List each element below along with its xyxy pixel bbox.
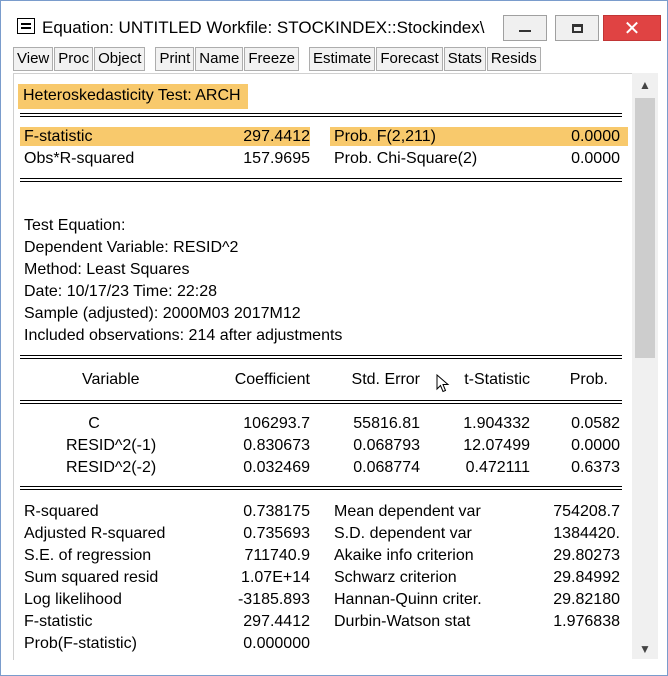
divider <box>20 486 622 490</box>
coefficient-cell: 0.830673 <box>243 437 310 454</box>
test-title: Heteroskedasticity Test: ARCH <box>18 84 248 109</box>
std-error-cell: 55816.81 <box>353 415 420 432</box>
sample: Sample (adjusted): 2000M03 2017M12 <box>24 305 301 322</box>
divider <box>20 355 622 359</box>
minimize-button[interactable] <box>503 15 547 41</box>
window-title: Equation: UNTITLED Workfile: STOCKINDEX:… <box>42 18 485 37</box>
stats-button[interactable]: Stats <box>443 47 486 71</box>
summary-label: Log likelihood <box>24 591 122 608</box>
summary-value: 0.738175 <box>243 503 310 520</box>
name-button[interactable]: Name <box>195 47 244 71</box>
coefficient-cell: 106293.7 <box>243 415 310 432</box>
estimate-button[interactable]: Estimate <box>309 47 376 71</box>
summary-label: Prob(F-statistic) <box>24 635 137 652</box>
resids-button[interactable]: Resids <box>486 47 541 71</box>
f-stat-label: F-statistic <box>24 128 93 145</box>
summary-value: 29.82180 <box>553 591 620 608</box>
forecast-button[interactable]: Forecast <box>376 47 443 71</box>
divider <box>20 178 622 182</box>
vertical-scrollbar[interactable]: ▲ ▼ <box>632 73 658 659</box>
col-header-coefficient: Coefficient <box>234 371 310 388</box>
object-button[interactable]: Object <box>94 47 146 71</box>
summary-value: 1.07E+14 <box>241 569 310 586</box>
method: Method: Least Squares <box>24 261 190 278</box>
chi-prob-label: Prob. Chi-Square(2) <box>334 150 478 167</box>
output-pane[interactable]: Heteroskedasticity Test: ARCH F-statisti… <box>13 73 632 660</box>
close-button[interactable]: ✕ <box>603 15 661 41</box>
summary-label: Adjusted R-squared <box>24 525 166 542</box>
std-error-cell: 0.068774 <box>353 459 420 476</box>
summary-label: F-statistic <box>24 613 93 630</box>
summary-value: 1384420. <box>553 525 620 542</box>
summary-label: R-squared <box>24 503 99 520</box>
scroll-up-icon[interactable]: ▲ <box>632 75 658 95</box>
col-header-variable: Variable <box>82 371 140 388</box>
system-menu-icon[interactable] <box>17 18 35 34</box>
scroll-down-icon[interactable]: ▼ <box>632 639 658 659</box>
summary-value: -3185.893 <box>237 591 310 608</box>
included-observations: Included observations: 214 after adjustm… <box>24 327 343 344</box>
coefficient-cell: 0.032469 <box>243 459 310 476</box>
prob-cell: 0.6373 <box>571 459 620 476</box>
col-header-prob: Prob. <box>569 371 608 388</box>
summary-value: 0.735693 <box>243 525 310 542</box>
dependent-variable: Dependent Variable: RESID^2 <box>24 239 239 256</box>
maximize-icon <box>571 23 583 33</box>
title-bar[interactable]: Equation: UNTITLED Workfile: STOCKINDEX:… <box>1 1 667 45</box>
prob-cell: 0.0582 <box>571 415 620 432</box>
view-button[interactable]: View <box>13 47 54 71</box>
summary-value: 711740.9 <box>244 547 310 564</box>
summary-value: 0.000000 <box>243 635 310 652</box>
prob-cell: 0.0000 <box>571 437 620 454</box>
variable-cell: RESID^2(-2) <box>66 459 157 476</box>
summary-label: Mean dependent var <box>334 503 481 520</box>
summary-value: 29.84992 <box>553 569 620 586</box>
summary-label: Akaike info criterion <box>334 547 474 564</box>
summary-label: S.D. dependent var <box>334 525 472 542</box>
obs-r2-value: 157.9695 <box>243 150 310 167</box>
equation-window: Equation: UNTITLED Workfile: STOCKINDEX:… <box>0 0 668 676</box>
col-header-std-error: Std. Error <box>351 371 420 388</box>
divider <box>20 400 622 404</box>
test-equation-heading: Test Equation: <box>24 217 126 234</box>
freeze-button[interactable]: Freeze <box>244 47 299 71</box>
summary-value: 754208.7 <box>553 503 620 520</box>
date-time: Date: 10/17/23 Time: 22:28 <box>24 283 218 300</box>
minimize-icon <box>519 30 531 32</box>
maximize-button[interactable] <box>555 15 599 41</box>
f-prob-value: 0.0000 <box>571 128 620 145</box>
summary-label: Hannan-Quinn criter. <box>334 591 482 608</box>
print-button[interactable]: Print <box>155 47 195 71</box>
summary-value: 1.976838 <box>553 613 620 630</box>
summary-value: 29.80273 <box>553 547 620 564</box>
scrollbar-thumb[interactable] <box>635 98 655 358</box>
toolbar: View Proc Object Print Name Freeze Estim… <box>13 47 542 71</box>
close-icon: ✕ <box>623 17 641 40</box>
summary-label: Sum squared resid <box>24 569 159 586</box>
std-error-cell: 0.068793 <box>353 437 420 454</box>
obs-r2-label: Obs*R-squared <box>24 150 135 167</box>
summary-label: Schwarz criterion <box>334 569 457 586</box>
f-stat-value: 297.4412 <box>243 128 310 145</box>
summary-label: S.E. of regression <box>24 547 152 564</box>
variable-cell: C <box>88 415 100 432</box>
proc-button[interactable]: Proc <box>54 47 94 71</box>
summary-value: 297.4412 <box>243 613 310 630</box>
variable-cell: RESID^2(-1) <box>66 437 157 454</box>
mouse-cursor-icon <box>436 374 450 393</box>
divider <box>20 113 622 117</box>
summary-label: Durbin-Watson stat <box>334 613 471 630</box>
chi-prob-value: 0.0000 <box>571 150 620 167</box>
f-prob-label: Prob. F(2,211) <box>334 128 436 145</box>
